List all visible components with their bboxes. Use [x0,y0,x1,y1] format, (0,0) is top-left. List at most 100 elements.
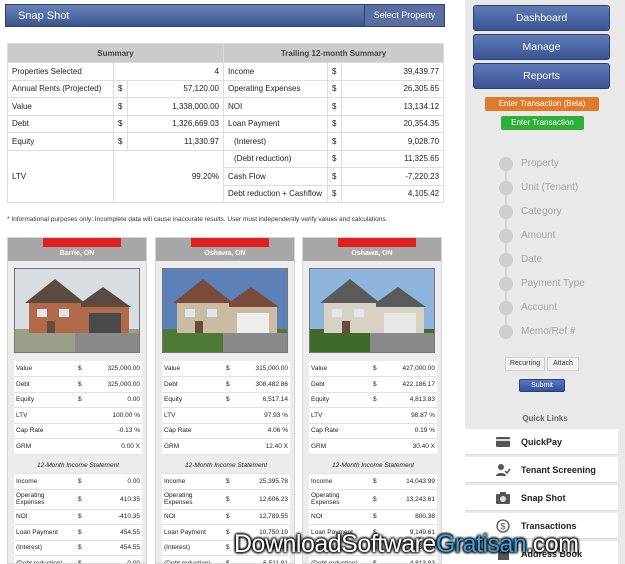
card-row: (Debt reduction) $0.00 [14,555,142,563]
currency-sign: $ [371,473,381,490]
card-label: Equity [14,392,76,408]
step-dot-icon [499,157,513,171]
summary-row: Properties Selected 4 Income $39,439.77 [7,62,445,81]
dashboard-button[interactable]: Dashboard [473,5,610,31]
card-value: 0.19 % [381,423,437,439]
summary-right-value: -7,220.23 [340,167,445,186]
card-value: 14,043.99 [381,473,437,490]
quick-link-tenant-screening[interactable]: Tenant Screening [465,457,618,483]
currency-sign: $ [327,132,342,151]
step-dot-icon [499,301,513,315]
card-value: 325,000.00 [86,376,142,393]
currency-sign: $ [76,392,86,408]
recurring-tab[interactable]: Recurring [505,357,545,371]
card-row: Income $14,043.99 [309,473,437,490]
quick-link-label: Snap Shot [521,493,566,503]
currency-sign: $ [327,97,342,116]
attach-tab[interactable]: Attach [547,357,579,371]
summary-left-label: Debt [7,114,114,133]
currency-sign: $ [224,555,234,563]
card-label: (Interest) [14,540,76,556]
currency-sign: $ [224,524,234,541]
card-value: 4,813.83 [381,392,437,408]
summary-right-value: 13,134.12 [340,97,445,116]
redacted-bar [338,238,416,247]
property-photo[interactable] [309,268,435,353]
currency-sign: $ [371,489,381,510]
house-photo [310,269,434,352]
card-row: LTV 98.87 % [309,407,437,424]
card-value: 0.00 X [86,438,142,455]
card-row: GRM 12.40 X [162,438,290,455]
step-item[interactable]: Property [494,155,624,173]
manage-button[interactable]: Manage [473,34,610,60]
summary-row: Annual Rents (Projected) $57,120.00 Operat… [7,79,445,98]
currency-sign: $ [76,473,86,490]
card-value: 12,789.55 [234,509,290,525]
summary-left-value: 1,338,000.00 [127,97,224,116]
card-label: NOI [309,509,371,525]
card-label: Value [162,361,224,377]
card-label: Equity [162,392,224,408]
camera-icon [495,491,511,505]
card-row: Value $427,000.00 [309,361,437,377]
quick-link-snap-shot[interactable]: Snap Shot [465,485,618,511]
summary-right-value: 26,305.65 [340,79,445,98]
card-label: Loan Payment [14,524,76,541]
enter-transaction-beta-button[interactable]: Enter Transaction (Beta) [485,97,599,111]
summary-left-label: Annual Rents (Projected) [7,79,114,98]
step-label: Category [521,206,562,217]
card-label: Value [14,361,76,377]
summary-row: Value $1,338,000.00 NOI $13,134.12 [7,97,445,116]
summary-right-label: NOI [223,97,328,116]
currency-sign [224,423,234,439]
house-photo [163,269,287,352]
quick-link-quickpay[interactable]: QuickPay [465,429,618,455]
page-title: Snap Shot [18,10,70,22]
currency-sign: $ [224,489,234,510]
property-card[interactable]: Oshawa, ON Value $427,000.00 Debt $422,186.… [302,237,442,564]
currency-sign: $ [76,376,86,393]
card-value: 0.00 [86,555,142,563]
currency-sign: $ [371,392,381,408]
card-value: 100.00 % [86,407,142,424]
select-property-button[interactable]: Select Property [364,5,444,26]
summary-left-value: 57,120.00 [127,79,224,98]
currency-sign: $ [113,132,128,151]
step-item[interactable]: Date [494,251,624,269]
property-photo[interactable] [14,268,140,353]
step-item[interactable]: Account [494,299,624,317]
income-statement-heading: 12-Month Income Statement [162,458,290,474]
reports-button[interactable]: Reports [473,63,610,89]
currency-sign: $ [371,361,381,377]
currency-sign [76,407,86,424]
property-name: Barrie, ON [59,250,95,257]
currency-sign: $ [76,509,86,525]
currency-sign: $ [371,376,381,393]
card-value: 4.06 % [234,423,290,439]
currency-sign: $ [224,392,234,408]
card-value: 13,243.61 [381,489,437,510]
currency-sign [371,438,381,455]
enter-transaction-button[interactable]: Enter Transaction [501,116,584,130]
step-item[interactable]: Memo/Ref # [494,323,624,341]
property-card-header: Oshawa, ON [303,238,441,261]
property-card[interactable]: Barrie, ON Value $325,000.00 Debt $325,000.… [7,237,147,564]
card-label: GRM [14,438,76,455]
summary-right-value: 9,028.70 [340,132,445,151]
step-item[interactable]: Unit (Tenant) [494,179,624,197]
card-row: Income $0.00 [14,473,142,490]
currency-sign: $ [327,79,342,98]
property-photo[interactable] [162,268,288,353]
card-value: 30.40 X [381,438,437,455]
submit-button[interactable]: Submit [519,379,565,392]
currency-sign: $ [327,167,342,186]
step-item[interactable]: Amount [494,227,624,245]
step-item[interactable]: Payment Type [494,275,624,293]
summary-right-value: 11,325.65 [340,149,445,168]
card-row: Equity $4,813.83 [309,392,437,408]
property-card[interactable]: Oshawa, ON Value $315,000.00 Debt $308,482.… [155,237,295,564]
step-item[interactable]: Category [494,203,624,221]
summary-left-label: Equity [7,132,114,151]
card-value: 25,395.78 [234,473,290,490]
